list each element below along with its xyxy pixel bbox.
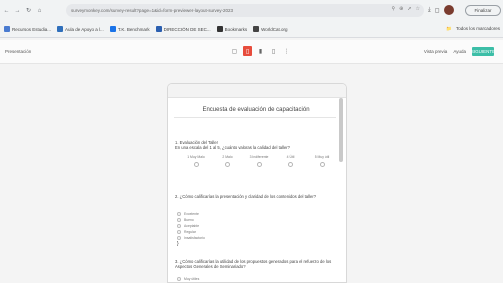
bookmark-icon: [155, 26, 162, 32]
preview-link[interactable]: Vista previa: [424, 49, 447, 54]
radio-button[interactable]: [193, 162, 199, 167]
question-3-options: Muy útiles: [177, 276, 199, 282]
bookmark-icon: [216, 26, 223, 32]
question-2: 2. ¿Cómo calificarías la presentación y …: [175, 194, 317, 199]
bookmark-icon: [253, 26, 260, 32]
address-bar[interactable]: surveymonkey.com/survey-result?page=1&id…: [66, 4, 424, 17]
back-icon[interactable]: ←: [2, 6, 11, 15]
divider: [174, 117, 336, 118]
presentation-label[interactable]: Presentación: [5, 49, 31, 54]
bookmark-folder-icon[interactable]: 📁: [446, 26, 452, 32]
download-icon[interactable]: ⤓: [428, 7, 431, 14]
next-button[interactable]: SIGUIENTE: [471, 47, 495, 56]
scale-option-5[interactable]: 5 Muy útil: [310, 155, 334, 167]
radio-button[interactable]: [177, 236, 181, 240]
radio-button[interactable]: [177, 212, 181, 216]
zoom-icon[interactable]: ⊕: [399, 6, 403, 12]
bookmark-icon: [109, 26, 116, 32]
options-icon[interactable]: ⋮: [282, 46, 291, 56]
desktop-view-icon[interactable]: ▢: [230, 46, 239, 56]
radio-button[interactable]: [177, 277, 181, 281]
bookmark-5[interactable]: Bookmarks: [216, 26, 247, 32]
scale-option-3[interactable]: 3 Indiferente: [247, 155, 271, 167]
share-icon[interactable]: ➚: [407, 6, 411, 12]
scale-option-1[interactable]: 1 Muy Malo: [184, 155, 208, 167]
profile-button[interactable]: Finalizar: [465, 5, 501, 16]
bookmarks-bar: Recursos Estudia... Aula de Apoyo a l...…: [0, 21, 503, 38]
bookmark-1[interactable]: Recursos Estudia...: [4, 26, 51, 32]
bookmark-4[interactable]: DIRECCIÓN DE SEC...: [155, 26, 211, 32]
radio-button[interactable]: [319, 162, 325, 167]
radio-button[interactable]: [177, 218, 181, 222]
radio-button[interactable]: [288, 162, 293, 167]
question-3: 3. ¿Cómo calificarías la utilidad de los…: [175, 259, 332, 270]
survey-preview-card: Encuesta de evaluación de capacitación 1…: [167, 83, 347, 283]
option-item[interactable]: Muy útiles: [177, 276, 199, 282]
bookmark-3[interactable]: T.K. Benchmark: [109, 26, 150, 32]
phone-view-icon[interactable]: ▯: [269, 46, 278, 56]
forward-icon[interactable]: →: [13, 6, 22, 15]
radio-button[interactable]: [177, 230, 181, 234]
reload-icon[interactable]: ↻: [24, 6, 33, 15]
help-link[interactable]: Ayuda: [453, 49, 466, 54]
question-1: 1. Evaluación del Taller En una escala d…: [175, 140, 335, 150]
bookmark-icon: [4, 26, 10, 32]
radio-button[interactable]: [256, 162, 262, 167]
star-icon[interactable]: ☆: [416, 6, 420, 12]
question-2-options: Excelente Bueno Aceptable Regular Insati…: [177, 212, 205, 247]
url-text: surveymonkey.com/survey-result?page=1&id…: [71, 8, 233, 13]
scale-option-2[interactable]: 2 Malo: [216, 155, 240, 167]
avatar[interactable]: [443, 5, 454, 15]
mobile-view-icon[interactable]: ▮: [256, 46, 265, 56]
card-header: [168, 84, 346, 98]
scale-option-4[interactable]: 4 Útil: [279, 155, 303, 167]
radio-button[interactable]: [177, 224, 181, 228]
option-item[interactable]: Insatisfactorio: [177, 235, 205, 241]
radio-button[interactable]: [225, 162, 230, 167]
rating-scale: 1 Muy Malo 2 Malo 3 Indiferente 4 Útil 5…: [184, 155, 334, 167]
home-icon[interactable]: ⌂: [35, 6, 44, 15]
app-toolbar: Presentación ▢ ▯ ▮ ▯ ⋮ Vista previa Ayud…: [0, 40, 503, 64]
all-bookmarks-link[interactable]: Todos los marcadores: [456, 26, 500, 32]
sidebar-icon[interactable]: ◻: [435, 7, 440, 14]
search-icon[interactable]: ⚲: [391, 6, 395, 12]
bookmark-2[interactable]: Aula de Apoyo a l...: [57, 26, 104, 32]
bookmark-icon: [57, 26, 64, 32]
survey-title: Encuesta de evaluación de capacitación: [202, 107, 310, 113]
bookmark-6[interactable]: WorldCat.org: [253, 26, 288, 32]
question-text: En una escala del 1 al 5, ¿cuánto valora…: [175, 145, 290, 151]
tablet-view-icon[interactable]: ▯: [243, 46, 252, 56]
